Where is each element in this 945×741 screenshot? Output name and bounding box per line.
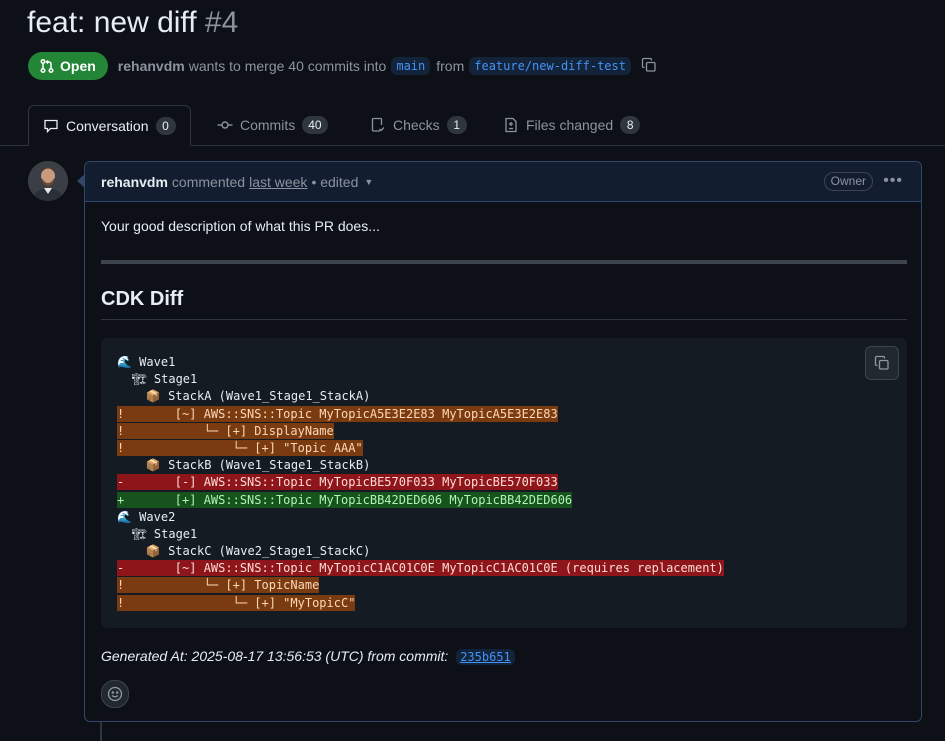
diff-line: ! └─ [+] TopicName xyxy=(117,577,724,594)
code-block: 🌊 Wave1 🏗 Stage1 📦 StackA (Wave1_Stage1_… xyxy=(101,338,907,628)
diff-line-text: ! └─ [+] DisplayName xyxy=(117,422,334,439)
diff-line: 🌊 Wave2 xyxy=(117,509,724,526)
section-heading: CDK Diff xyxy=(101,288,907,320)
file-diff-icon xyxy=(505,117,517,133)
diff-line-text: 🏗 Stage1 xyxy=(117,526,198,541)
diff-output: 🌊 Wave1 🏗 Stage1 📦 StackA (Wave1_Stage1_… xyxy=(117,354,724,612)
pr-title-text: feat: new diff xyxy=(27,6,197,39)
add-reaction-button[interactable] xyxy=(101,680,129,708)
pr-author-link[interactable]: rehanvdm xyxy=(118,58,185,74)
pr-title: feat: new diff #4 xyxy=(27,4,238,42)
diff-line-text: + [+] AWS::SNS::Topic MyTopicBB42DED606 … xyxy=(117,491,573,508)
tab-counter: 1 xyxy=(446,116,467,134)
diff-line: ! └─ [+] "Topic AAA" xyxy=(117,439,724,457)
diff-line: ! └─ [+] "MyTopicC" xyxy=(117,594,724,612)
tab-label: Files changed xyxy=(526,117,614,133)
tab-commits[interactable]: Commits 40 xyxy=(217,105,328,145)
diff-line-text: 🌊 Wave1 xyxy=(117,355,176,369)
diff-line-text: 📦 StackC (Wave2_Stage1_StackC) xyxy=(117,544,371,559)
comment-time[interactable]: last week xyxy=(249,174,307,190)
comment-description: Your good description of what this PR do… xyxy=(101,218,380,234)
diff-line-text: ! └─ [+] "Topic AAA" xyxy=(117,439,363,456)
comment-header: rehanvdm commented last week • edited ▼ … xyxy=(85,162,921,202)
comment-action: commented xyxy=(171,173,246,190)
commit-icon xyxy=(217,121,233,129)
pr-meta: Open rehanvdm wants to merge 40 commits … xyxy=(28,52,657,80)
merge-text: wants to merge 40 commits into xyxy=(188,58,387,74)
generated-text: Generated At: 2025-08-17 13:56:53 (UTC) … xyxy=(101,648,449,664)
status-label: Open xyxy=(60,58,96,74)
tab-label: Conversation xyxy=(66,117,149,134)
avatar[interactable] xyxy=(28,161,68,201)
tab-checks[interactable]: Checks 1 xyxy=(370,105,467,145)
from-text: from xyxy=(436,58,465,74)
comment-author[interactable]: rehanvdm xyxy=(101,174,168,190)
tab-counter: 8 xyxy=(620,116,641,134)
diff-line: + [+] AWS::SNS::Topic MyTopicBB42DED606 … xyxy=(117,491,724,509)
diff-line: ! [~] AWS::SNS::Topic MyTopicA5E3E2E83 M… xyxy=(117,405,724,423)
kebab-menu-icon[interactable]: ••• xyxy=(883,172,903,190)
diff-line: - [~] AWS::SNS::Topic MyTopicC1AC01C0E M… xyxy=(117,560,724,577)
diff-line: ! └─ [+] DisplayName xyxy=(117,422,724,440)
diff-line: 📦 StackA (Wave1_Stage1_StackA) xyxy=(117,388,724,405)
diff-line-text: - [-] AWS::SNS::Topic MyTopicBE570F033 M… xyxy=(117,474,558,491)
diff-line-text: 📦 StackB (Wave1_Stage1_StackB) xyxy=(117,458,371,473)
diff-line-text: ! └─ [+] "MyTopicC" xyxy=(117,594,356,611)
diff-line: 📦 StackB (Wave1_Stage1_StackB) xyxy=(117,457,724,474)
diff-line-text: ! └─ [+] TopicName xyxy=(117,577,320,594)
base-branch[interactable]: main xyxy=(391,57,431,75)
checklist-icon xyxy=(371,117,385,132)
divider xyxy=(101,260,907,264)
diff-line-text: ! [~] AWS::SNS::Topic MyTopicA5E3E2E83 M… xyxy=(117,405,558,422)
status-badge: Open xyxy=(28,52,108,80)
diff-line-text: 🌊 Wave2 xyxy=(117,509,176,524)
diff-line-text: - [~] AWS::SNS::Topic MyTopicC1AC01C0E M… xyxy=(117,560,724,577)
head-branch[interactable]: feature/new-diff-test xyxy=(469,57,631,75)
diff-line: - [-] AWS::SNS::Topic MyTopicBE570F033 M… xyxy=(117,474,724,491)
generated-footer: Generated At: 2025-08-17 13:56:53 (UTC) … xyxy=(101,648,515,665)
diff-line: 📦 StackC (Wave2_Stage1_StackC) xyxy=(117,543,724,560)
diff-line: 🏗 Stage1 xyxy=(117,526,724,543)
tab-label: Checks xyxy=(393,117,440,133)
smiley-icon xyxy=(107,686,123,702)
tab-counter: 40 xyxy=(302,116,328,134)
copy-branch-icon[interactable] xyxy=(641,57,657,76)
edited-label[interactable]: • edited xyxy=(311,174,358,190)
tab-files-changed[interactable]: Files changed 8 xyxy=(503,105,641,145)
timeline-line xyxy=(100,722,102,741)
tab-conversation[interactable]: Conversation 0 xyxy=(28,105,191,146)
comment-icon xyxy=(44,119,58,133)
edited-dropdown-icon[interactable]: ▼ xyxy=(364,177,373,187)
pr-number: #4 xyxy=(204,6,239,39)
copy-icon xyxy=(874,355,889,370)
pr-tabs: Conversation 0 Commits 40 Checks 1 Files… xyxy=(0,105,945,146)
tab-label: Commits xyxy=(240,117,296,133)
commit-sha-link[interactable]: 235b651 xyxy=(456,649,515,665)
diff-line-text: 🏗 Stage1 xyxy=(117,372,198,387)
diff-line: 🌊 Wave1 xyxy=(117,354,724,371)
git-pull-request-icon xyxy=(40,59,54,73)
diff-line-text: 📦 StackA (Wave1_Stage1_StackA) xyxy=(117,389,371,404)
comment-box: rehanvdm commented last week • edited ▼ … xyxy=(77,161,922,722)
owner-badge: Owner xyxy=(823,172,873,191)
tab-counter: 0 xyxy=(155,116,176,135)
copy-code-button[interactable] xyxy=(865,346,899,380)
diff-line: 🏗 Stage1 xyxy=(117,371,724,388)
